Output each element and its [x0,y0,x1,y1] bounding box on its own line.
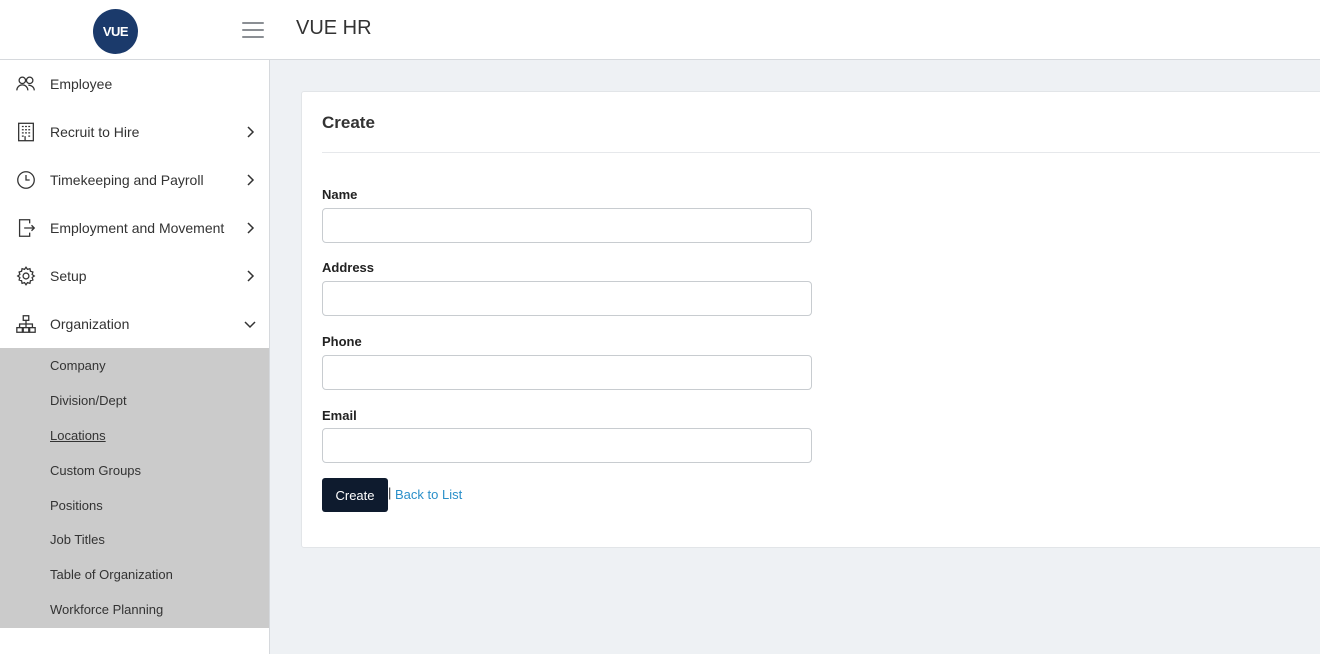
sidebar: Employee Recruit to Hire Timekeeping and… [0,60,270,654]
top-bar: VUE VUE HR [0,0,1320,60]
main-content: Create Name Address Phone Email Create |… [270,60,1320,654]
submenu-item-job-titles[interactable]: Job Titles [0,522,269,557]
sidebar-item-timekeeping-payroll[interactable]: Timekeeping and Payroll [0,156,269,204]
submenu-item-company[interactable]: Company [0,348,269,383]
divider [322,152,1320,153]
chevron-right-icon [247,126,255,138]
sidebar-item-setup[interactable]: Setup [0,252,269,300]
clock-icon [17,171,35,189]
sidebar-item-label: Setup [50,268,87,284]
email-field[interactable] [322,428,812,463]
submenu-item-positions[interactable]: Positions [0,488,269,523]
sidebar-item-organization[interactable]: Organization [0,300,269,348]
people-icon [16,76,35,91]
chevron-right-icon [247,222,255,234]
submenu-item-locations[interactable]: Locations [0,418,269,453]
submenu-item-division-dept[interactable]: Division/Dept [0,383,269,418]
create-form-card: Create Name Address Phone Email Create |… [301,91,1320,548]
phone-field[interactable] [322,355,812,390]
menu-toggle-icon[interactable] [242,22,264,39]
app-title: VUE HR [296,17,372,39]
page-title: Create [322,113,375,132]
submenu-item-custom-groups[interactable]: Custom Groups [0,453,269,488]
app-logo[interactable]: VUE [93,9,138,54]
chevron-right-icon [247,174,255,186]
sidebar-item-employee[interactable]: Employee [0,60,269,108]
exit-door-icon [18,219,36,237]
sidebar-item-label: Employment and Movement [50,220,225,236]
back-to-list-link[interactable]: Back to List [395,487,462,502]
phone-label: Phone [322,334,362,349]
sidebar-item-label: Timekeeping and Payroll [50,172,204,188]
submenu-item-workforce-planning[interactable]: Workforce Planning [0,592,269,627]
sidebar-item-label: Employee [50,76,113,92]
name-label: Name [322,187,358,202]
organization-submenu: Company Division/Dept Locations Custom G… [0,348,269,628]
submenu-item-table-of-organization[interactable]: Table of Organization [0,557,269,592]
link-separator: | [388,485,392,500]
sidebar-item-employment-movement[interactable]: Employment and Movement [0,204,269,252]
sidebar-item-recruit-to-hire[interactable]: Recruit to Hire [0,108,269,156]
building-icon [18,122,34,142]
org-chart-icon [16,315,36,333]
address-label: Address [322,260,375,275]
create-button[interactable]: Create [322,478,388,512]
gear-icon [16,266,36,286]
chevron-down-icon [244,321,256,329]
sidebar-item-label: Recruit to Hire [50,124,140,140]
sidebar-item-label: Organization [50,316,130,332]
address-field[interactable] [322,281,812,316]
name-field[interactable] [322,208,812,243]
email-label: Email [322,408,357,423]
chevron-right-icon [247,270,255,282]
